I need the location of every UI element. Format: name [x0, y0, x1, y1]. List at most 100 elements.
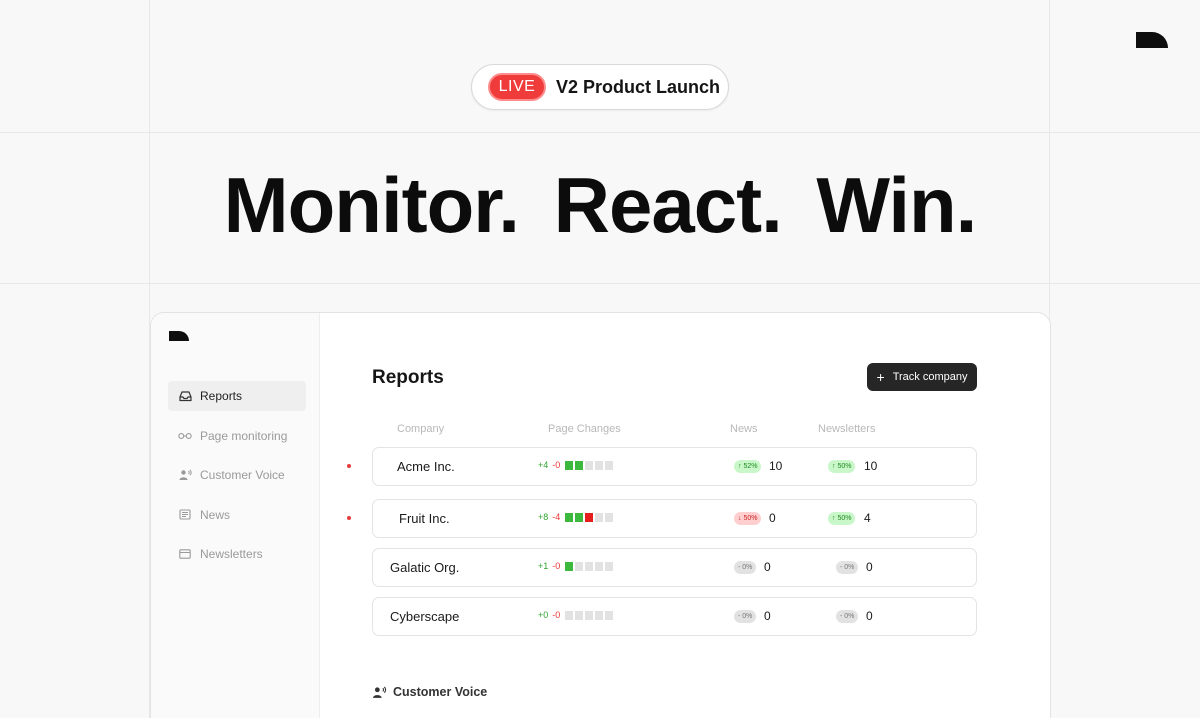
inbox-icon [178, 389, 192, 403]
newsletter-count: 0 [866, 609, 873, 623]
newsletter-trend-badge: ↑ 50% [828, 460, 856, 473]
grid-line [0, 132, 1200, 133]
main-panel: Reports + Track company Company Page Cha… [321, 313, 1050, 718]
company-name: Acme Inc. [397, 459, 455, 474]
page-changes: +4 -0 [538, 460, 614, 470]
newspaper-icon [178, 508, 192, 522]
change-bar [565, 561, 574, 571]
page-removals: -0 [552, 561, 561, 571]
change-bar [605, 561, 614, 571]
news-count: 10 [769, 459, 783, 473]
change-bar [575, 610, 584, 620]
page-additions: +1 [538, 561, 549, 571]
speaking-person-icon [372, 686, 387, 699]
sidebar-item-label: Page monitoring [200, 428, 288, 443]
sidebar-nav: Reports Page monitoring Customer Voice N… [168, 381, 306, 579]
news-trend-badge: - 0% [734, 610, 757, 623]
news-count: 0 [764, 560, 771, 574]
page-changes: +0 -0 [538, 610, 614, 620]
table-row[interactable]: Cyberscape +0 -0 - 0% 0 - 0% 0 [372, 597, 977, 636]
hero-headline: Monitor. React. Win. [223, 161, 978, 249]
news-trend-badge: ↓ 50% [734, 512, 762, 525]
newsletter-trend-badge: - 0% [836, 610, 859, 623]
sidebar-item-newsletters[interactable]: Newsletters [168, 539, 306, 569]
change-bar [605, 460, 614, 470]
change-bars [565, 460, 614, 470]
sidebar-item-label: Customer Voice [200, 468, 285, 482]
change-bar [575, 561, 584, 571]
column-header-company[interactable]: Company [397, 423, 444, 435]
page-removals: -4 [552, 512, 561, 522]
change-bar [605, 610, 614, 620]
table-row[interactable]: Fruit Inc. +8 -4 ↓ 50% 0 ↑ 50% 4 [347, 499, 977, 538]
mail-icon [178, 547, 192, 561]
newsletter-trend-badge: - 0% [836, 561, 859, 574]
change-bar [565, 512, 574, 522]
sidebar: Reports Page monitoring Customer Voice N… [151, 313, 320, 718]
change-bar [585, 561, 594, 571]
unread-indicator [347, 516, 351, 520]
sidebar-item-label: Reports [200, 389, 243, 403]
page-additions: +0 [538, 610, 549, 620]
page-changes: +1 -0 [538, 561, 614, 571]
section-heading: Customer Voice [393, 685, 488, 699]
news-trend-badge: - 0% [734, 561, 757, 574]
speaking-person-icon [178, 468, 192, 482]
page-removals: -0 [552, 460, 561, 470]
table-row[interactable]: Acme Inc. +4 -0 ↑ 52% 10 ↑ 50% 10 [347, 447, 977, 486]
app-preview: Reports Page monitoring Customer Voice N… [150, 312, 1051, 718]
grid-line [0, 283, 1200, 284]
brand-logo-icon [1136, 32, 1168, 64]
change-bar [585, 460, 594, 470]
news-count: 0 [769, 511, 776, 525]
change-bar [595, 512, 604, 522]
glasses-icon [178, 429, 192, 443]
change-bars [565, 610, 614, 620]
unread-indicator [347, 464, 351, 468]
column-header-news[interactable]: News [730, 423, 758, 435]
change-bar [605, 512, 614, 522]
company-name: Cyberscape [390, 609, 460, 624]
track-company-label: Track company [892, 371, 968, 383]
change-bars [565, 512, 614, 522]
customer-voice-heading: Customer Voice [372, 685, 487, 699]
table-row[interactable]: Galatic Org. +1 -0 - 0% 0 - 0% 0 [372, 548, 977, 587]
change-bar [585, 610, 594, 620]
column-header-page-changes[interactable]: Page Changes [548, 423, 621, 435]
company-name: Galatic Org. [390, 560, 460, 575]
live-badge: LIVE [488, 73, 546, 101]
page-changes: +8 -4 [538, 512, 614, 522]
sidebar-item-label: News [200, 507, 231, 522]
newsletter-count: 0 [866, 560, 873, 574]
change-bar [565, 460, 574, 470]
page-title: Reports [372, 367, 444, 388]
company-name: Fruit Inc. [399, 511, 450, 526]
sidebar-item-label: Newsletters [200, 547, 263, 561]
launch-announcement[interactable]: LIVE V2 Product Launch [471, 64, 729, 110]
newsletter-trend-badge: ↑ 50% [828, 512, 856, 525]
app-logo-icon [169, 331, 189, 351]
sidebar-item-customer-voice[interactable]: Customer Voice [168, 460, 306, 490]
change-bar [595, 460, 604, 470]
plus-icon: + [876, 368, 885, 385]
change-bar [575, 460, 584, 470]
newsletter-count: 10 [864, 459, 878, 473]
track-company-button[interactable]: + Track company [867, 363, 977, 391]
change-bar [565, 610, 574, 620]
column-header-newsletters[interactable]: Newsletters [818, 423, 875, 435]
news-trend-badge: ↑ 52% [734, 460, 762, 473]
news-count: 0 [764, 609, 771, 623]
sidebar-item-reports[interactable]: Reports [168, 381, 306, 411]
sidebar-item-news[interactable]: News [168, 500, 306, 530]
sidebar-item-page-monitoring[interactable]: Page monitoring [168, 421, 306, 451]
change-bar [575, 512, 584, 522]
page-removals: -0 [552, 610, 561, 620]
page-additions: +4 [538, 460, 549, 470]
change-bar [585, 512, 594, 522]
change-bars [565, 561, 614, 571]
page-additions: +8 [538, 512, 549, 522]
announcement-title: V2 Product Launch [556, 76, 721, 97]
change-bar [595, 610, 604, 620]
newsletter-count: 4 [864, 511, 871, 525]
change-bar [595, 561, 604, 571]
